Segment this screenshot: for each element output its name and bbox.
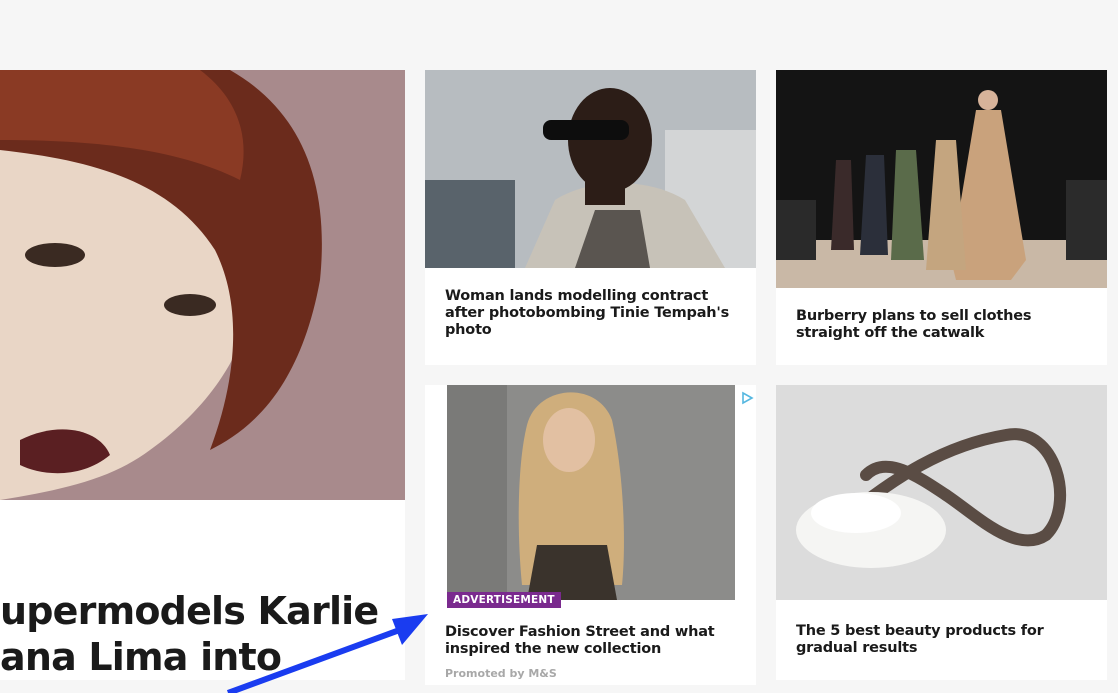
article-title[interactable]: Woman lands modelling contract after pho… (445, 288, 736, 339)
advertisement-card[interactable]: ADVERTISEMENT Discover Fashion Street an… (425, 385, 756, 685)
promoted-by-label: Promoted by M&S (445, 667, 557, 680)
feature-article-card[interactable]: upermodels Karlie ana Lima into (0, 70, 405, 680)
article-title[interactable]: Burberry plans to sell clothes straight … (796, 308, 1087, 342)
article-title[interactable]: The 5 best beauty products for gradual r… (796, 623, 1087, 657)
advertisement-image[interactable] (447, 385, 735, 600)
feature-article-title[interactable]: upermodels Karlie ana Lima into (0, 588, 405, 680)
advertisement-title[interactable]: Discover Fashion Street and what inspire… (445, 624, 736, 658)
feature-title-line-1: upermodels Karlie (0, 589, 379, 633)
feature-article-image[interactable] (0, 70, 405, 500)
feature-title-line-2: ana Lima into (0, 635, 282, 679)
article-image-beauty-products[interactable] (776, 385, 1107, 600)
article-card-burberry[interactable]: Burberry plans to sell clothes straight … (776, 70, 1107, 365)
article-image-burberry[interactable] (776, 70, 1107, 288)
article-card-beauty-products[interactable]: The 5 best beauty products for gradual r… (776, 385, 1107, 680)
advertisement-badge: ADVERTISEMENT (447, 592, 561, 608)
article-card-tinie-tempah[interactable]: Woman lands modelling contract after pho… (425, 70, 756, 365)
article-image-tinie-tempah[interactable] (425, 70, 756, 268)
adchoices-icon[interactable] (740, 391, 754, 405)
